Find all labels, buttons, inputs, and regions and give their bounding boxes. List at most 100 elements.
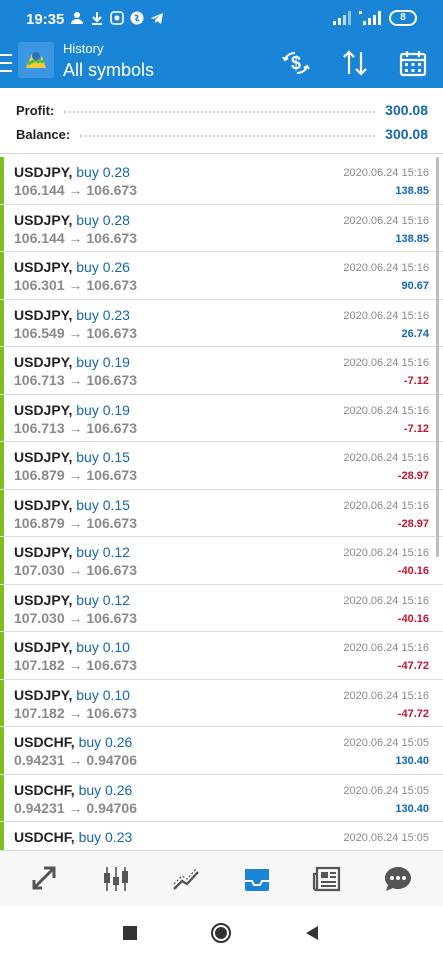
- trade-symbol: USDJPY,: [14, 686, 73, 703]
- home-button[interactable]: [211, 923, 231, 943]
- close-price: 106.673: [86, 277, 137, 293]
- trade-time: 2020.06.24 15:16: [343, 547, 429, 559]
- trade-row[interactable]: USDCHF, buy 0.23 2020.06.24 15:05: [0, 822, 443, 850]
- trade-title: USDJPY, buy 0.12: [14, 592, 130, 608]
- calendar-icon: [399, 51, 427, 77]
- nav-messages[interactable]: [378, 859, 418, 899]
- trade-row[interactable]: USDJPY, buy 0.28 106.144 → 106.673 2020.06…: [0, 157, 443, 205]
- trade-row[interactable]: USDJPY, buy 0.19 106.713 → 106.673 2020.06…: [0, 394, 443, 442]
- trade-profit: 138.85: [395, 232, 429, 245]
- trade-history-list[interactable]: USDJPY, buy 0.28 106.144 → 106.673 2020.06…: [0, 157, 443, 850]
- trade-symbol: USDJPY,: [14, 496, 73, 513]
- close-price: 106.673: [86, 704, 137, 721]
- trade-row[interactable]: USDJPY, buy 0.23 106.549 → 106.673 2020.06…: [0, 299, 443, 347]
- trade-profit: -7.12: [403, 375, 429, 387]
- trade-row[interactable]: USDCHF, buy 0.26 0.94231 → 0.94706 2020.06…: [0, 774, 443, 822]
- status-bar: 19:35 8: [0, 0, 443, 38]
- close-price: 106.673: [86, 229, 137, 246]
- trade-time: 2020.06.24 15:16: [343, 452, 429, 464]
- trade-symbol: USDJPY,: [14, 639, 73, 655]
- trade-title: USDJPY, buy 0.28: [14, 164, 130, 180]
- buy-indicator-bar: [0, 632, 4, 679]
- person-icon: [71, 12, 83, 24]
- close-price: 106.673: [86, 657, 137, 673]
- nav-history[interactable]: [237, 859, 277, 899]
- trade-title: USDCHF, buy 0.26: [14, 734, 132, 750]
- nav-quotes[interactable]: [25, 859, 65, 899]
- arrow-icon: →: [68, 657, 83, 673]
- trade-title: USDJPY, buy 0.28: [14, 212, 130, 228]
- nav-trade[interactable]: [166, 859, 206, 899]
- bottom-navigation: [0, 850, 443, 906]
- arrow-icon: →: [68, 324, 83, 341]
- trade-action: buy 0.15: [76, 496, 130, 513]
- trade-row[interactable]: USDJPY, buy 0.19 106.713 → 106.673 2020.06…: [0, 347, 443, 395]
- svg-text:$: $: [291, 53, 301, 73]
- trade-row[interactable]: USDCHF, buy 0.26 0.94231 → 0.94706 2020.06…: [0, 727, 443, 775]
- recents-button[interactable]: [120, 923, 140, 943]
- trade-prices: 106.301 → 106.673: [14, 277, 137, 293]
- arrow-icon: →: [68, 372, 83, 388]
- trade-row[interactable]: USDJPY, buy 0.10 107.182 → 106.673 2020.06…: [0, 679, 443, 727]
- trade-symbol: USDCHF,: [14, 829, 75, 845]
- trade-profit: 130.40: [395, 802, 429, 815]
- trade-row[interactable]: USDJPY, buy 0.15 106.879 → 106.673 2020.06…: [0, 489, 443, 537]
- trade-time: 2020.06.24 15:16: [343, 309, 429, 322]
- trade-row[interactable]: USDJPY, buy 0.15 106.879 → 106.673 2020.06…: [0, 442, 443, 490]
- menu-icon[interactable]: [0, 54, 12, 72]
- back-icon: [306, 926, 318, 940]
- close-price: 106.673: [86, 467, 137, 483]
- trade-prices: 106.144 → 106.673: [14, 230, 137, 246]
- open-price: 107.030: [14, 609, 65, 626]
- nav-news[interactable]: [307, 859, 347, 899]
- trade-profit: -40.16: [397, 612, 429, 625]
- back-button[interactable]: [302, 923, 322, 943]
- trade-prices: 106.879 → 106.673: [14, 467, 137, 483]
- open-price: 107.182: [14, 704, 65, 721]
- telegram-icon: [151, 13, 163, 24]
- trade-profit: -40.16: [397, 565, 429, 577]
- trade-time: 2020.06.24 15:16: [343, 262, 429, 274]
- buy-indicator-bar: [0, 679, 4, 726]
- balance-label: Balance:: [16, 126, 71, 142]
- buy-indicator-bar: [0, 157, 4, 204]
- trade-row[interactable]: USDJPY, buy 0.12 107.030 → 106.673 2020.06…: [0, 584, 443, 632]
- trade-title: USDCHF, buy 0.26: [14, 782, 132, 798]
- screen-title[interactable]: All symbols: [63, 60, 154, 81]
- arrow-icon: →: [68, 182, 83, 198]
- nav-chart[interactable]: [96, 859, 136, 899]
- open-price: 106.549: [14, 324, 65, 341]
- trade-profit: 138.85: [395, 185, 429, 197]
- scrollbar[interactable]: [436, 157, 439, 557]
- trade-symbol: USDCHF,: [14, 781, 75, 798]
- sort-button[interactable]: [338, 46, 372, 80]
- buy-indicator-bar: [0, 347, 4, 394]
- trade-row[interactable]: USDJPY, buy 0.28 106.144 → 106.673 2020.06…: [0, 204, 443, 252]
- signal-4g-icon: [359, 11, 381, 25]
- trade-symbol: USDCHF,: [14, 734, 75, 750]
- trade-action: buy 0.23: [76, 306, 130, 323]
- trade-row[interactable]: USDJPY, buy 0.26 106.301 → 106.673 2020.06…: [0, 252, 443, 300]
- trade-time: 2020.06.24 15:05: [343, 737, 429, 749]
- trade-title: USDCHF, buy 0.23: [14, 829, 132, 845]
- calendar-button[interactable]: [396, 46, 430, 80]
- buy-indicator-bar: [0, 727, 4, 774]
- history-icon: [244, 868, 269, 891]
- trade-symbol: USDJPY,: [14, 306, 73, 323]
- trade-action: buy 0.26: [78, 734, 133, 750]
- arrow-icon: →: [68, 609, 83, 626]
- trade-profit: -47.72: [397, 660, 429, 672]
- trade-row[interactable]: USDJPY, buy 0.12 107.030 → 106.673 2020.06…: [0, 537, 443, 585]
- arrow-icon: →: [68, 467, 83, 483]
- close-price: 106.673: [86, 182, 137, 198]
- home-icon: [211, 923, 231, 943]
- trade-action: buy 0.23: [78, 829, 133, 845]
- arrow-icon: →: [68, 799, 83, 816]
- open-price: 107.182: [14, 657, 65, 673]
- trade-row[interactable]: USDJPY, buy 0.10 107.182 → 106.673 2020.06…: [0, 632, 443, 680]
- trade-icon: [173, 868, 200, 890]
- currency-filter-button[interactable]: $: [279, 46, 313, 80]
- trade-action: buy 0.12: [76, 591, 130, 608]
- trade-profit: -28.97: [397, 470, 429, 482]
- trade-time: 2020.06.24 15:16: [343, 689, 429, 702]
